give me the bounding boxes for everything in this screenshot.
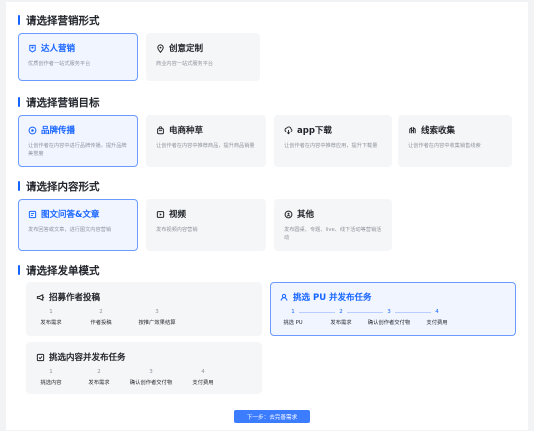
step-number: 2 bbox=[99, 309, 103, 315]
option-desc: 让创作者在内容中推荐商品，提升商品销量 bbox=[156, 143, 255, 149]
step-label: 确认创作者交付物 bbox=[129, 380, 173, 386]
option-lead-collect[interactable]: 线索收集 让创作者在内容中收集销售线索 bbox=[398, 115, 512, 167]
next-step-button[interactable]: 下一步：去完善需求 bbox=[234, 410, 310, 423]
option-desc: 发布视频内容营销 bbox=[156, 227, 198, 233]
option-label: 创意定制 bbox=[169, 44, 204, 54]
option-label: 电商种草 bbox=[169, 126, 204, 136]
option-label: 达人营销 bbox=[41, 44, 76, 54]
video-play-icon bbox=[156, 210, 165, 219]
location-pin-icon bbox=[156, 43, 165, 53]
option-desc: 让创作者在内容中进行品牌传播，提升品牌美誉度 bbox=[28, 143, 127, 157]
section-title-form: 请选择营销形式 bbox=[18, 12, 100, 28]
section-marker bbox=[18, 15, 20, 25]
option-label: 品牌传播 bbox=[41, 126, 76, 136]
process-step: 3 按推广效果结算 bbox=[127, 309, 187, 326]
option-other[interactable]: 其他 发布圆桌、专题、live、线下活动等营销活动 bbox=[274, 199, 392, 251]
option-pick-pu[interactable]: 挑选 PU 并发布任务 1 挑选 PU 2 发布需求 3 确认创作者交付物 4 … bbox=[270, 282, 516, 336]
option-desc: 优质创作者一站式服务平台 bbox=[28, 61, 91, 67]
process-step: 2 发布需求 bbox=[69, 369, 129, 386]
recruit-megaphone-icon bbox=[36, 293, 45, 302]
option-recruit-authors[interactable]: 招募作者投稿 1 发布需求 2 作者投稿 3 按推广效果结算 bbox=[26, 282, 262, 336]
section-title-text: 请选择营销目标 bbox=[26, 96, 100, 109]
option-label: 图文问答&文章 bbox=[41, 210, 100, 220]
step-number: 3 bbox=[149, 369, 153, 375]
option-label: 招募作者投稿 bbox=[49, 293, 101, 303]
option-ecommerce[interactable]: 电商种草 让创作者在内容中推荐商品，提升商品销量 bbox=[146, 115, 266, 167]
process-steps: 1 挑选内容 2 发布需求 3 确认创作者交付物 4 支付费用 bbox=[37, 369, 251, 387]
more-circle-icon bbox=[284, 210, 293, 219]
process-step: 3 确认创作者交付物 bbox=[121, 369, 181, 386]
step-number: 2 bbox=[97, 369, 101, 375]
content-pick-icon bbox=[36, 353, 45, 362]
process-step: 2 作者投稿 bbox=[71, 309, 131, 326]
section-marker bbox=[18, 97, 20, 107]
option-label: 线索收集 bbox=[421, 126, 456, 136]
shop-bag-icon bbox=[156, 125, 165, 135]
option-desc: 让创作者在内容中收集销售线索 bbox=[408, 143, 481, 149]
step-label: 支付费用 bbox=[192, 380, 214, 386]
section-title-text: 请选择发单模式 bbox=[26, 264, 100, 277]
process-steps: 1 挑选 PU 2 发布需求 3 确认创作者交付物 4 支付费用 bbox=[281, 309, 505, 327]
image-text-icon bbox=[28, 210, 37, 219]
step-number: 4 bbox=[201, 369, 205, 375]
option-video[interactable]: 视频 发布视频内容营销 bbox=[146, 199, 266, 251]
process-step: 4 支付费用 bbox=[407, 309, 467, 326]
option-image-text[interactable]: 图文问答&文章 发布回答或文章，进行图文内容营销 bbox=[18, 199, 138, 251]
option-label: 挑选 PU 并发布任务 bbox=[293, 293, 372, 303]
option-label: 视频 bbox=[169, 210, 187, 220]
download-icon bbox=[284, 126, 293, 135]
section-title-text: 请选择内容形式 bbox=[26, 180, 100, 193]
section-marker bbox=[18, 265, 20, 275]
user-pick-icon bbox=[280, 293, 289, 302]
option-pick-content[interactable]: 挑选内容并发布任务 1 挑选内容 2 发布需求 3 确认创作者交付物 4 支付费… bbox=[26, 342, 262, 394]
person-badge-icon bbox=[28, 44, 37, 53]
process-step: 4 支付费用 bbox=[173, 369, 233, 386]
step-number: 4 bbox=[435, 309, 439, 315]
step-label: 发布需求 bbox=[88, 380, 110, 386]
process-steps: 1 发布需求 2 作者投稿 3 按推广效果结算 bbox=[37, 309, 251, 327]
option-app-download[interactable]: app下载 让创作者在内容中推荐应用，提升下载量 bbox=[274, 115, 392, 167]
option-brand-spread[interactable]: 品牌传播 让创作者在内容中进行品牌传播，提升品牌美誉度 bbox=[18, 115, 138, 167]
option-creative-custom[interactable]: 创意定制 商业内容一站式服务平台 bbox=[146, 33, 260, 81]
step-number: 3 bbox=[155, 309, 159, 315]
option-desc: 商业内容一站式服务平台 bbox=[156, 61, 214, 67]
section-title-text: 请选择营销形式 bbox=[26, 14, 100, 27]
option-desc: 让创作者在内容中推荐应用，提升下载量 bbox=[284, 143, 378, 149]
section-title-mode: 请选择发单模式 bbox=[18, 262, 100, 278]
option-talent-marketing[interactable]: 达人营销 优质创作者一站式服务平台 bbox=[18, 33, 138, 81]
option-label: 挑选内容并发布任务 bbox=[49, 353, 126, 363]
page-container: 请选择营销形式 达人营销 优质创作者一站式服务平台 创意定制 商业内容一站式服务… bbox=[6, 2, 528, 430]
section-title-content: 请选择内容形式 bbox=[18, 178, 100, 194]
option-desc: 发布圆桌、专题、live、线下活动等营销活动 bbox=[284, 227, 382, 241]
brand-target-icon bbox=[28, 126, 37, 135]
section-title-goal: 请选择营销目标 bbox=[18, 94, 100, 110]
step-label: 支付费用 bbox=[426, 320, 448, 326]
option-label: app下载 bbox=[297, 126, 332, 136]
section-marker bbox=[18, 181, 20, 191]
option-desc: 发布回答或文章，进行图文内容营销 bbox=[28, 227, 112, 233]
option-label: 其他 bbox=[297, 210, 315, 220]
step-label: 作者投稿 bbox=[90, 320, 112, 326]
step-label: 按推广效果结算 bbox=[138, 320, 176, 326]
leads-icon bbox=[408, 126, 417, 135]
